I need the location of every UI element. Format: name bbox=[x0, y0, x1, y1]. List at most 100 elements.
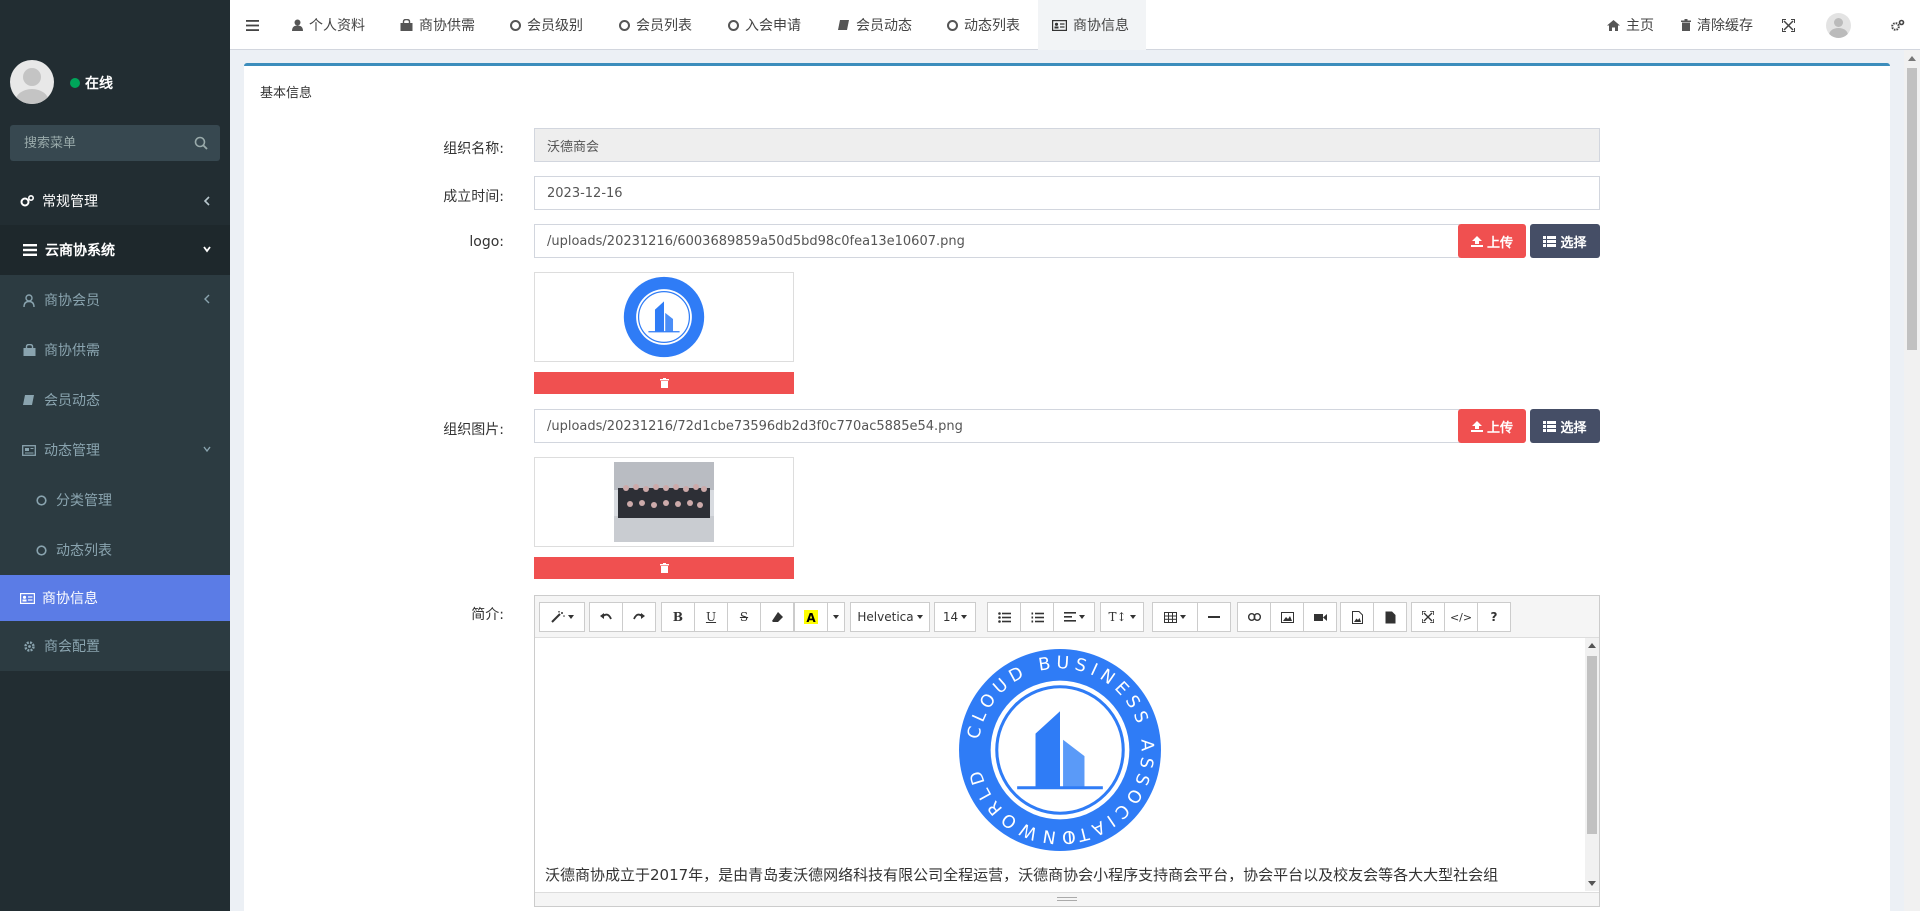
upload-icon bbox=[1470, 235, 1483, 247]
font-color-dropdown[interactable] bbox=[827, 602, 845, 632]
redo-icon bbox=[633, 613, 645, 620]
font-size-dropdown[interactable]: 14 bbox=[934, 602, 976, 632]
sidebar-item-category[interactable]: 分类管理 bbox=[0, 475, 230, 525]
clear-cache-button[interactable]: 清除缓存 bbox=[1681, 0, 1753, 50]
scroll-down-arrow-icon bbox=[1588, 881, 1596, 886]
editor-content[interactable]: CLOUD BUSINESS ASSOCIATI ONWORLD 沃德商协成立于… bbox=[535, 638, 1599, 891]
sidebar-item-members[interactable]: 商协会员 bbox=[0, 275, 230, 325]
clear-format-button[interactable] bbox=[760, 602, 794, 632]
user-panel: 在线 bbox=[0, 0, 230, 114]
founded-date-field[interactable]: 2023-12-16 bbox=[534, 176, 1600, 210]
caret-down-icon bbox=[916, 615, 923, 619]
sidebar-item-news-list[interactable]: 动态列表 bbox=[0, 525, 230, 575]
code-icon: </> bbox=[1449, 610, 1473, 624]
editor-fullscreen-button[interactable] bbox=[1411, 602, 1445, 632]
tab-member-level[interactable]: 会员级别 bbox=[510, 0, 583, 50]
settings-button[interactable] bbox=[1890, 0, 1905, 50]
editor-resize-handle[interactable] bbox=[535, 892, 1599, 906]
caret-down-icon bbox=[1129, 615, 1136, 619]
magic-style-button[interactable] bbox=[539, 602, 585, 632]
bullet-list-button[interactable] bbox=[987, 602, 1021, 632]
circle-icon bbox=[619, 19, 630, 31]
horizontal-rule-button[interactable] bbox=[1197, 602, 1231, 632]
video-button[interactable] bbox=[1303, 602, 1337, 632]
org-image-select-button[interactable]: 选择 bbox=[1530, 409, 1600, 443]
trash-icon bbox=[659, 378, 669, 388]
font-size-value: 14 bbox=[942, 610, 959, 624]
editor-scrollbar[interactable] bbox=[1585, 638, 1599, 891]
sidebar-item-news-mgmt[interactable]: 动态管理 bbox=[0, 425, 230, 475]
numbered-list-button[interactable] bbox=[1020, 602, 1054, 632]
undo-button[interactable] bbox=[589, 602, 623, 632]
search-icon[interactable] bbox=[194, 136, 208, 150]
underline-button[interactable]: U bbox=[694, 602, 728, 632]
upload-label: 上传 bbox=[1486, 420, 1513, 436]
expand-icon bbox=[1422, 611, 1434, 623]
logo-upload-button[interactable]: 上传 bbox=[1458, 224, 1526, 258]
strikethrough-button[interactable]: S bbox=[727, 602, 761, 632]
image-button[interactable] bbox=[1270, 602, 1304, 632]
tab-profile[interactable]: 个人资料 bbox=[292, 0, 365, 50]
tab-label: 会员级别 bbox=[527, 18, 583, 34]
caret-down-icon bbox=[961, 615, 968, 619]
circle-icon bbox=[32, 493, 50, 507]
cogs-icon bbox=[18, 194, 36, 208]
link-icon bbox=[1247, 613, 1261, 621]
logo-image: CLOUD BUSINESS ASSOCIATI ONWORLD bbox=[959, 649, 1161, 851]
sidebar-search-input[interactable] bbox=[10, 125, 185, 161]
table-dropdown[interactable] bbox=[1152, 602, 1198, 632]
tab-news-list[interactable]: 动态列表 bbox=[947, 0, 1020, 50]
sidebar-menu: 常规管理 云商协系统 商协会员 商协供需 会员动态 动态管理 分类管理 动态列表… bbox=[0, 177, 230, 671]
logo-select-button[interactable]: 选择 bbox=[1530, 224, 1600, 258]
tab-label: 商协信息 bbox=[1073, 18, 1129, 34]
code-view-button[interactable]: </> bbox=[1444, 602, 1478, 632]
insert-file-button[interactable] bbox=[1373, 602, 1407, 632]
org-name-field[interactable]: 沃德商会 bbox=[534, 128, 1600, 162]
link-button[interactable] bbox=[1237, 602, 1271, 632]
home-label: 主页 bbox=[1626, 18, 1654, 34]
insert-image-file-button[interactable] bbox=[1340, 602, 1374, 632]
avatar bbox=[1826, 12, 1851, 38]
sidebar-toggle-button[interactable] bbox=[246, 0, 259, 50]
sidebar-item-general[interactable]: 常规管理 bbox=[0, 177, 230, 225]
tab-join-request[interactable]: 入会申请 bbox=[728, 0, 801, 50]
online-dot-icon bbox=[70, 78, 80, 88]
fullscreen-button[interactable] bbox=[1782, 0, 1795, 50]
svg-text:A: A bbox=[806, 611, 816, 624]
tab-assoc-info[interactable]: 商协信息 bbox=[1038, 0, 1146, 50]
list-icon bbox=[21, 243, 39, 257]
caret-down-icon bbox=[833, 615, 839, 619]
question-icon: ? bbox=[1490, 610, 1498, 624]
sidebar-item-label: 商协信息 bbox=[42, 591, 98, 607]
home-link[interactable]: 主页 bbox=[1607, 0, 1654, 50]
user-avatar-button[interactable] bbox=[1826, 0, 1851, 50]
caret-down-icon bbox=[1078, 615, 1085, 619]
logo-delete-button[interactable] bbox=[534, 372, 794, 394]
org-image-upload-button[interactable]: 上传 bbox=[1458, 409, 1526, 443]
org-image-path-field[interactable]: /uploads/20231216/72d1cbe73596db2d3f0c77… bbox=[534, 409, 1460, 443]
font-color-button[interactable]: A bbox=[794, 602, 828, 632]
sidebar-item-member-news[interactable]: 会员动态 bbox=[0, 375, 230, 425]
id-card-icon bbox=[1052, 19, 1067, 31]
font-family-dropdown[interactable]: Helvetica bbox=[850, 602, 930, 632]
org-image-delete-button[interactable] bbox=[534, 557, 794, 579]
logo-path-field[interactable]: /uploads/20231216/6003689859a50d5bd98c0f… bbox=[534, 224, 1460, 258]
bold-button[interactable]: B bbox=[661, 602, 695, 632]
page-scrollbar[interactable] bbox=[1904, 50, 1920, 911]
sidebar-item-supply[interactable]: 商协供需 bbox=[0, 325, 230, 375]
chevron-left-icon bbox=[204, 294, 210, 304]
tab-supply[interactable]: 商协供需 bbox=[400, 0, 475, 50]
line-height-dropdown[interactable]: T↕ bbox=[1100, 602, 1144, 632]
help-button[interactable]: ? bbox=[1477, 602, 1511, 632]
paragraph-align-dropdown[interactable] bbox=[1053, 602, 1095, 632]
sidebar-item-config[interactable]: 商会配置 bbox=[0, 621, 230, 671]
tab-member-news[interactable]: 会员动态 bbox=[838, 0, 912, 50]
tab-label: 个人资料 bbox=[309, 18, 365, 34]
sidebar-item-cloud-system[interactable]: 云商协系统 bbox=[0, 225, 230, 275]
redo-button[interactable] bbox=[622, 602, 656, 632]
font-family-value: Helvetica bbox=[857, 610, 914, 624]
caret-down-icon bbox=[1180, 615, 1186, 619]
tab-member-list[interactable]: 会员列表 bbox=[619, 0, 692, 50]
shopping-bag-icon bbox=[20, 343, 38, 357]
sidebar-item-assoc-info[interactable]: 商协信息 bbox=[0, 575, 230, 621]
